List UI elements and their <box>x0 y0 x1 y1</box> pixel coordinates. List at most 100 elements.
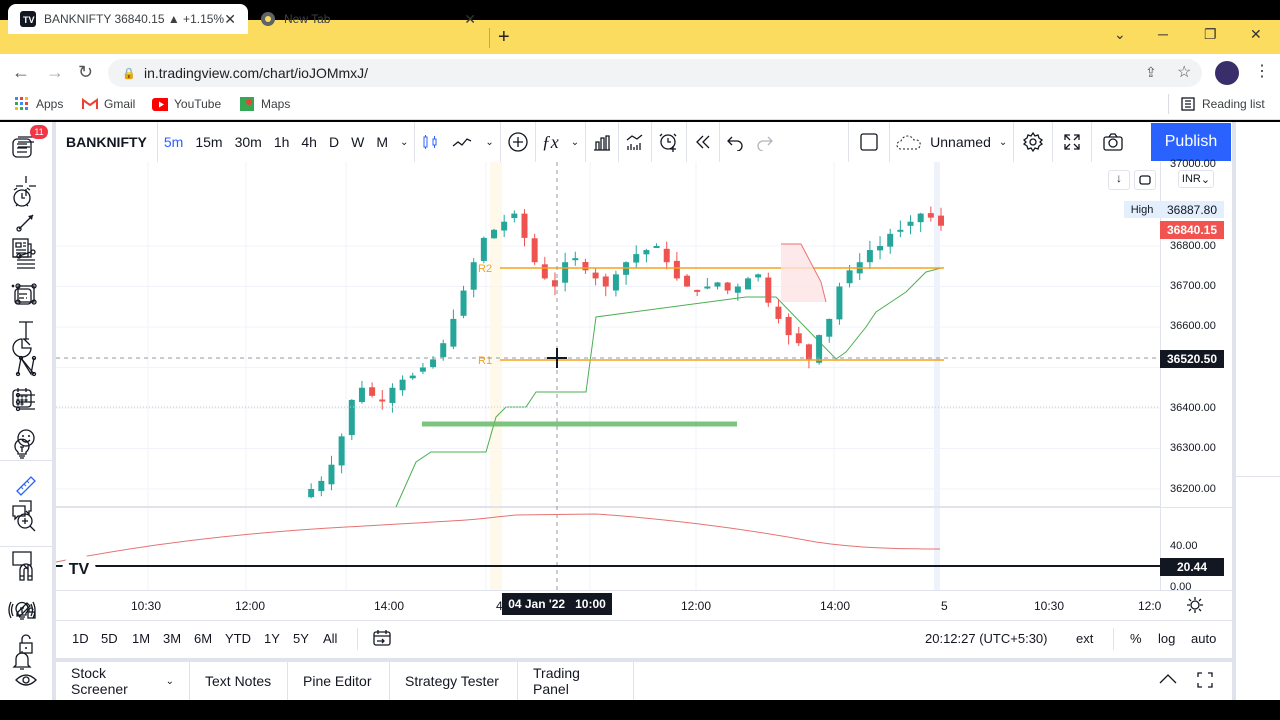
interval-15m[interactable]: 15m <box>189 134 228 150</box>
browser-tab-newtab[interactable]: New Tab ✕ <box>250 4 486 34</box>
go-to-date-icon[interactable] <box>372 629 392 652</box>
chart-type-chevron-icon[interactable]: ⌄ <box>479 137 499 148</box>
browser-tab-active[interactable]: TV BANKNIFTY 36840.15 ▲ +1.15% ✕ <box>8 4 248 34</box>
price-tick: 36800.00 <box>1170 240 1216 252</box>
symbol-search[interactable]: BANKNIFTY <box>56 134 157 150</box>
log-scale-toggle[interactable]: log <box>1158 631 1175 646</box>
bookmark-maps[interactable]: Maps <box>239 96 290 112</box>
interval-4h[interactable]: 4h <box>295 134 323 150</box>
undo-icon[interactable] <box>720 133 750 151</box>
calendar-icon[interactable] <box>8 384 36 412</box>
interval-5m[interactable]: 5m <box>158 134 189 150</box>
percent-scale-toggle[interactable]: % <box>1130 631 1142 646</box>
maximize-panel-icon[interactable] <box>1196 671 1214 694</box>
tab-search-chevron-icon[interactable]: ⌄ <box>1114 26 1126 43</box>
new-tab-button[interactable]: + <box>498 26 510 49</box>
financials-icon[interactable] <box>586 133 618 151</box>
back-button[interactable]: ← <box>12 62 30 83</box>
layout-chevron-icon[interactable]: ⌄ <box>993 137 1013 148</box>
alert-add-icon[interactable] <box>652 131 686 153</box>
tab-pine-editor[interactable]: Pine Editor <box>288 662 390 700</box>
candle-body <box>440 343 447 358</box>
reading-list-button[interactable]: Reading list <box>1180 96 1265 112</box>
share-icon[interactable]: ⇪ <box>1145 64 1157 81</box>
interval-m[interactable]: M <box>370 134 394 150</box>
candle-body <box>805 344 812 360</box>
fullscreen-icon[interactable] <box>1053 133 1091 151</box>
settings-gear-icon[interactable] <box>1014 131 1052 153</box>
templates-icon[interactable] <box>619 133 651 151</box>
tradingview-watermark-logo[interactable]: TV <box>62 555 96 585</box>
address-bar[interactable]: 🔒 in.tradingview.com/chart/ioJOMmxJ/ <box>108 59 1202 87</box>
calculator-pie-icon[interactable] <box>8 334 36 362</box>
close-window-button[interactable]: ✕ <box>1250 26 1262 43</box>
trendline-tool-icon[interactable] <box>12 208 40 236</box>
reset-scale-icon[interactable] <box>1134 170 1156 190</box>
candle-body <box>907 221 914 226</box>
range-3m[interactable]: 3M <box>163 631 181 646</box>
bookmark-apps[interactable]: Apps <box>14 96 63 112</box>
bookmark-star-icon[interactable]: ☆ <box>1177 62 1191 82</box>
bookmark-youtube[interactable]: YouTube <box>152 96 221 112</box>
profile-avatar[interactable] <box>1215 61 1239 85</box>
hotlists-icon[interactable] <box>8 281 36 309</box>
scroll-to-latest-icon[interactable]: ↓ <box>1108 170 1130 190</box>
layout-name[interactable]: Unnamed <box>928 134 993 150</box>
close-tab-icon[interactable]: ✕ <box>224 11 236 28</box>
candle-body <box>785 316 792 336</box>
notifications-bell-icon[interactable] <box>8 646 36 674</box>
streams-lightbulb-icon[interactable] <box>8 596 36 624</box>
expand-panel-chevron-up-icon[interactable] <box>1158 672 1178 691</box>
bookmark-gmail[interactable]: Gmail <box>82 96 135 112</box>
candle-body <box>744 278 751 290</box>
private-chat-icon[interactable] <box>8 546 36 574</box>
chart-settings-sun-icon[interactable] <box>1186 596 1204 619</box>
extended-hours-toggle[interactable]: ext <box>1076 631 1093 646</box>
tab-stock-screener[interactable]: Stock Screener ⌄ <box>56 662 190 700</box>
range-5y[interactable]: 5Y <box>293 631 309 646</box>
chrome-menu-icon[interactable]: ⋮ <box>1254 61 1270 81</box>
close-tab-icon[interactable]: ✕ <box>464 11 476 28</box>
reload-button[interactable]: ↻ <box>78 62 93 83</box>
candle-body <box>369 387 376 396</box>
candles-chart-type-icon[interactable] <box>415 133 445 151</box>
tab-text-notes[interactable]: Text Notes <box>190 662 288 700</box>
range-1d[interactable]: 1D <box>72 631 89 646</box>
forward-button[interactable]: → <box>46 62 64 83</box>
chart-canvas[interactable]: R2 R1 <box>56 162 1160 590</box>
auto-scale-toggle[interactable]: auto <box>1191 631 1216 646</box>
interval-dropdown-chevron-icon[interactable]: ⌄ <box>394 137 414 148</box>
select-layout-icon[interactable] <box>849 132 889 152</box>
interval-d[interactable]: D <box>323 134 345 150</box>
clock-timezone[interactable]: 20:12:27 (UTC+5:30) <box>925 631 1047 646</box>
range-6m[interactable]: 6M <box>194 631 212 646</box>
interval-30m[interactable]: 30m <box>229 134 268 150</box>
publish-button[interactable]: Publish <box>1151 123 1231 161</box>
indicators-fx-icon[interactable]: ƒx <box>536 132 565 153</box>
snapshot-camera-icon[interactable] <box>1092 132 1134 152</box>
currency-selector[interactable]: INR ⌄ <box>1178 170 1214 188</box>
candle-body <box>460 290 467 316</box>
range-5d[interactable]: 5D <box>101 631 118 646</box>
replay-icon[interactable] <box>687 133 719 151</box>
alerts-clock-icon[interactable] <box>8 183 36 211</box>
interval-1h[interactable]: 1h <box>268 134 296 150</box>
ideas-lightbulb-icon[interactable] <box>8 434 36 462</box>
watchlist-icon[interactable] <box>8 134 36 162</box>
tab-strategy-tester[interactable]: Strategy Tester <box>390 662 518 700</box>
range-all[interactable]: All <box>323 631 337 646</box>
restore-button[interactable]: ❐ <box>1204 26 1217 43</box>
range-1m[interactable]: 1M <box>132 631 150 646</box>
range-1y[interactable]: 1Y <box>264 631 280 646</box>
compare-add-symbol-icon[interactable] <box>501 131 535 153</box>
indicators-chevron-icon[interactable]: ⌄ <box>565 137 585 148</box>
chats-icon[interactable] <box>8 496 36 524</box>
range-ytd[interactable]: YTD <box>225 631 251 646</box>
candle-body <box>917 213 924 223</box>
redo-icon[interactable] <box>750 133 780 151</box>
interval-w[interactable]: W <box>345 134 370 150</box>
tab-trading-panel[interactable]: Trading Panel <box>518 662 634 700</box>
news-icon[interactable] <box>8 234 36 262</box>
line-chart-type-icon[interactable] <box>445 133 479 151</box>
minimize-button[interactable]: ─ <box>1158 26 1168 42</box>
